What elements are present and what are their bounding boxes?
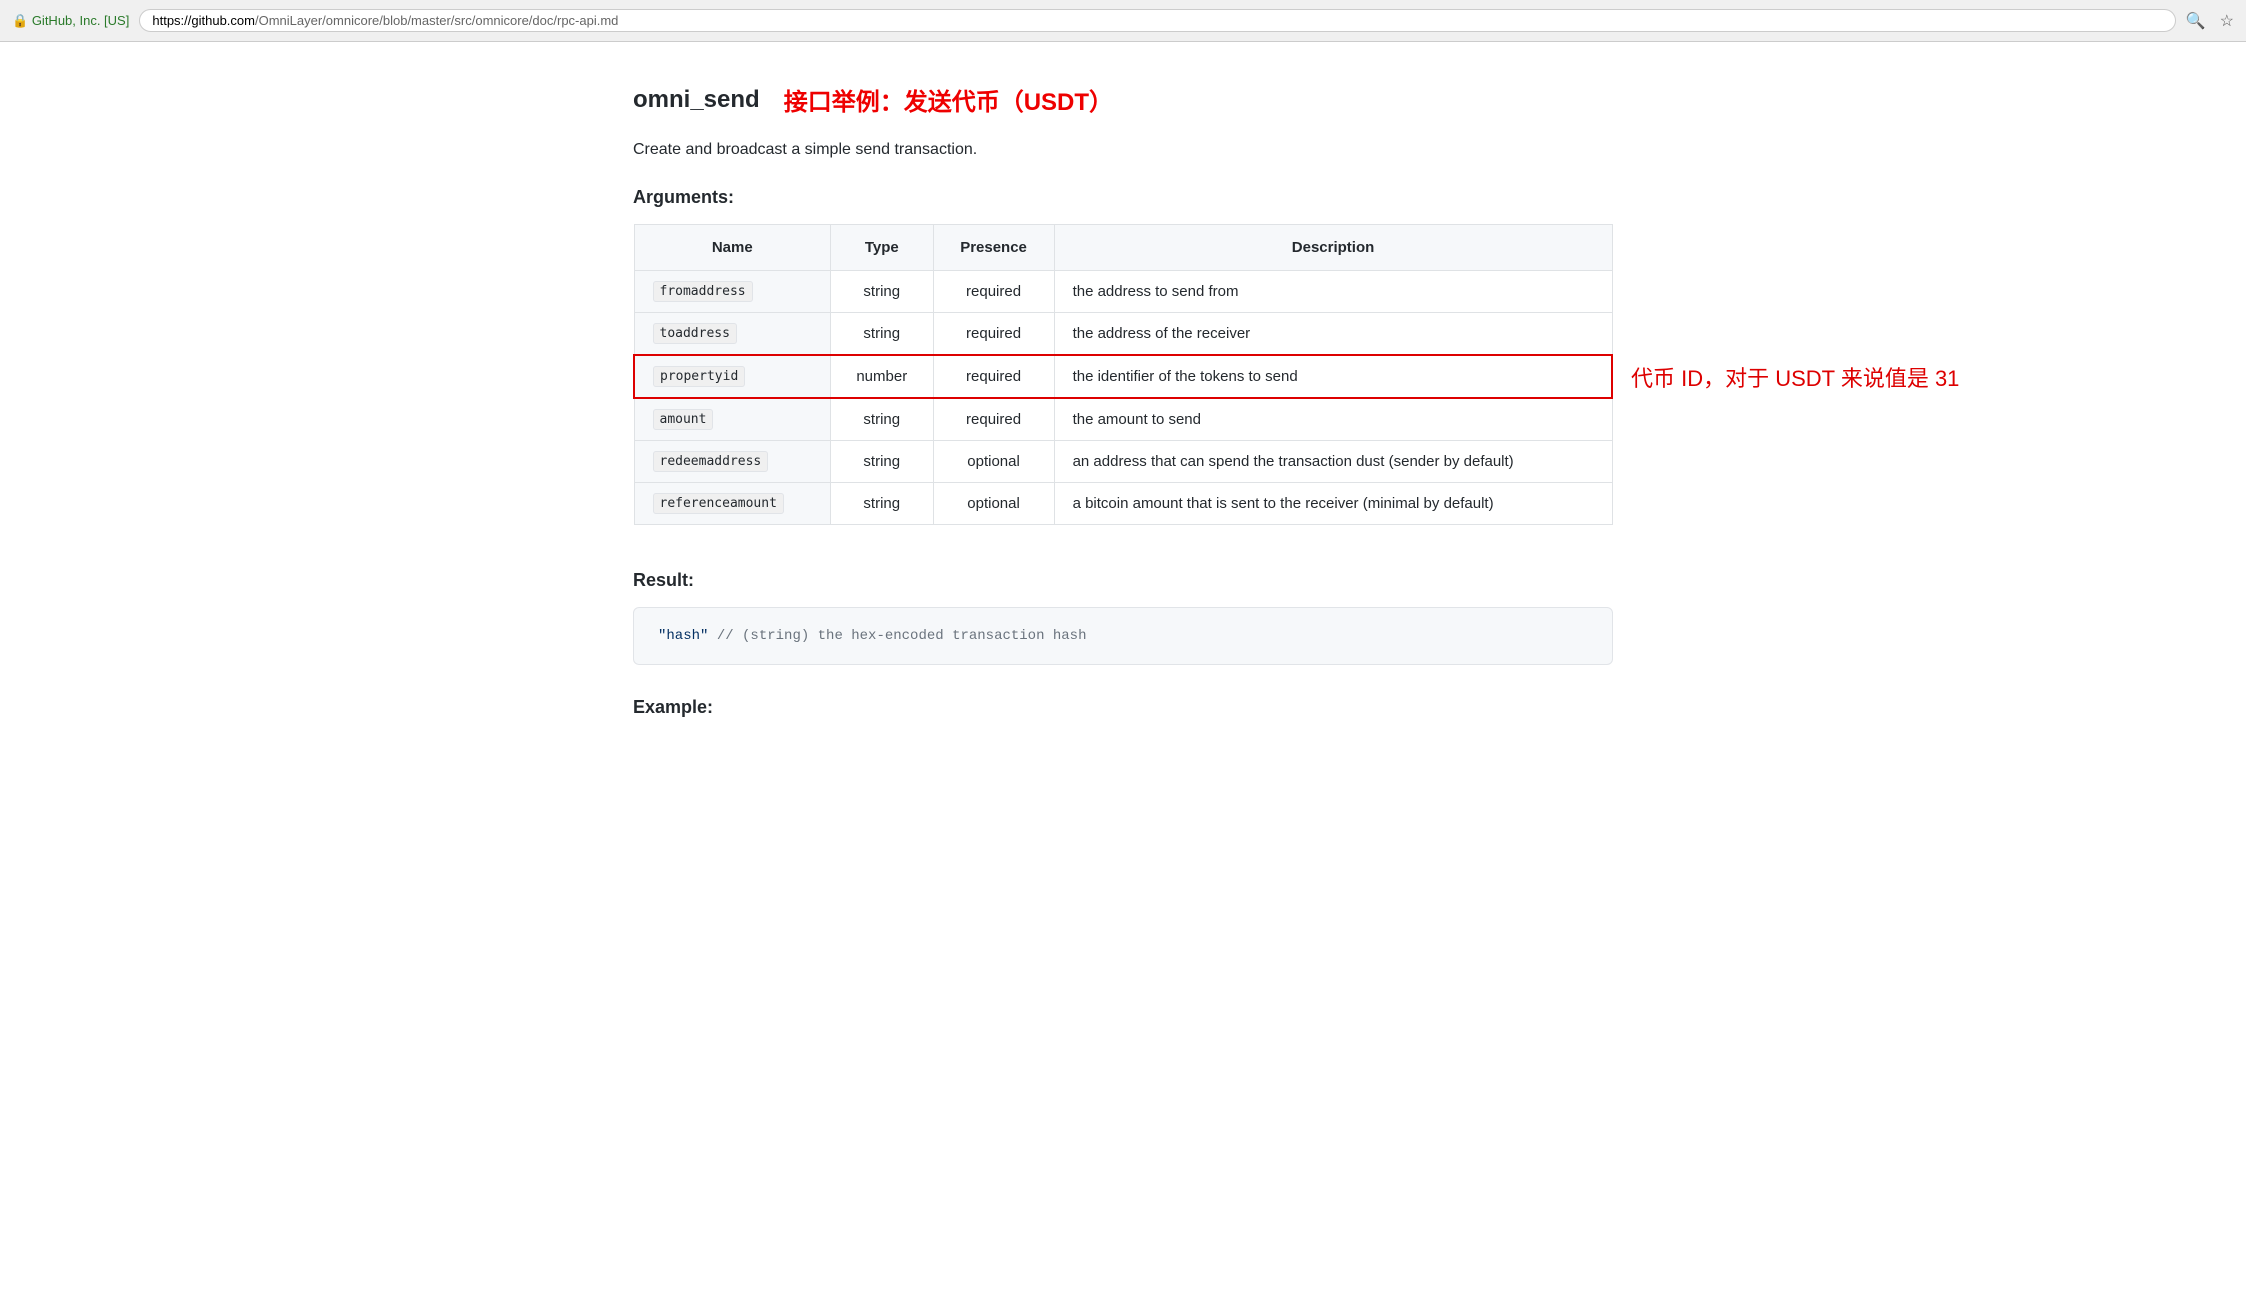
cell-type-toaddress: string xyxy=(831,313,934,356)
cell-name-toaddress: toaddress xyxy=(634,313,831,356)
arguments-table: Name Type Presence Description fromaddre… xyxy=(633,224,1613,525)
cell-description-propertyid: the identifier of the tokens to send代币 I… xyxy=(1054,355,1612,398)
col-header-type: Type xyxy=(831,225,934,271)
col-header-description: Description xyxy=(1054,225,1612,271)
bookmark-icon[interactable]: ☆ xyxy=(2220,11,2234,31)
cell-presence-fromaddress: required xyxy=(933,271,1054,313)
cell-description-referenceamount: a bitcoin amount that is sent to the rec… xyxy=(1054,483,1612,525)
col-header-name: Name xyxy=(634,225,831,271)
table-row-amount: amountstringrequiredthe amount to send xyxy=(634,398,1612,441)
table-row-fromaddress: fromaddressstringrequiredthe address to … xyxy=(634,271,1612,313)
page-content: omni_send 接口举例：发送代币（USDT） Create and bro… xyxy=(573,42,1673,774)
result-code-string: "hash" xyxy=(658,628,708,644)
browser-bar: 🔒 GitHub, Inc. [US] https://github.com/O… xyxy=(0,0,2246,42)
cell-name-redeemaddress: redeemaddress xyxy=(634,441,831,483)
cell-description-fromaddress: the address to send from xyxy=(1054,271,1612,313)
url-bar[interactable]: https://github.com/OmniLayer/omnicore/bl… xyxy=(139,9,2175,32)
result-section: Result: "hash" // (string) the hex-encod… xyxy=(633,570,1613,665)
arguments-title: Arguments: xyxy=(633,187,1613,208)
cell-name-fromaddress: fromaddress xyxy=(634,271,831,313)
api-subtitle: 接口举例：发送代币（USDT） xyxy=(784,82,1113,117)
cell-description-amount: the amount to send xyxy=(1054,398,1612,441)
cell-presence-redeemaddress: optional xyxy=(933,441,1054,483)
page-header: omni_send 接口举例：发送代币（USDT） xyxy=(633,82,1613,117)
cell-description-redeemaddress: an address that can spend the transactio… xyxy=(1054,441,1612,483)
table-row-propertyid: propertyidnumberrequiredthe identifier o… xyxy=(634,355,1612,398)
cell-name-referenceamount: referenceamount xyxy=(634,483,831,525)
search-icon[interactable]: 🔍 xyxy=(2186,11,2206,31)
cell-presence-toaddress: required xyxy=(933,313,1054,356)
url-origin: https://github.com xyxy=(152,13,255,28)
example-section: Example: xyxy=(633,697,1613,718)
cell-name-amount: amount xyxy=(634,398,831,441)
cell-type-fromaddress: string xyxy=(831,271,934,313)
table-row-redeemaddress: redeemaddressstringoptionalan address th… xyxy=(634,441,1612,483)
api-description: Create and broadcast a simple send trans… xyxy=(633,141,1613,159)
table-row-toaddress: toaddressstringrequiredthe address of th… xyxy=(634,313,1612,356)
cell-description-toaddress: the address of the receiver xyxy=(1054,313,1612,356)
cell-type-redeemaddress: string xyxy=(831,441,934,483)
api-name: omni_send xyxy=(633,86,760,114)
row-annotation-propertyid: 代币 ID，对于 USDT 来说值是 31 xyxy=(1631,361,1959,393)
result-code: "hash" // (string) the hex-encoded trans… xyxy=(658,628,1087,644)
example-title: Example: xyxy=(633,697,1613,718)
cell-type-referenceamount: string xyxy=(831,483,934,525)
table-header-row: Name Type Presence Description xyxy=(634,225,1612,271)
browser-toolbar-icons: 🔍 ☆ xyxy=(2186,11,2234,31)
url-path: /OmniLayer/omnicore/blob/master/src/omni… xyxy=(255,13,618,28)
result-code-comment: // (string) the hex-encoded transaction … xyxy=(717,628,1087,644)
cell-presence-amount: required xyxy=(933,398,1054,441)
result-code-block: "hash" // (string) the hex-encoded trans… xyxy=(633,607,1613,665)
browser-lock-icon: 🔒 GitHub, Inc. [US] xyxy=(12,13,129,29)
cell-presence-propertyid: required xyxy=(933,355,1054,398)
cell-presence-referenceamount: optional xyxy=(933,483,1054,525)
col-header-presence: Presence xyxy=(933,225,1054,271)
cell-type-amount: string xyxy=(831,398,934,441)
cell-type-propertyid: number xyxy=(831,355,934,398)
result-title: Result: xyxy=(633,570,1613,591)
table-row-referenceamount: referenceamountstringoptionala bitcoin a… xyxy=(634,483,1612,525)
table-wrapper: Name Type Presence Description fromaddre… xyxy=(633,224,1613,565)
cell-name-propertyid: propertyid xyxy=(634,355,831,398)
